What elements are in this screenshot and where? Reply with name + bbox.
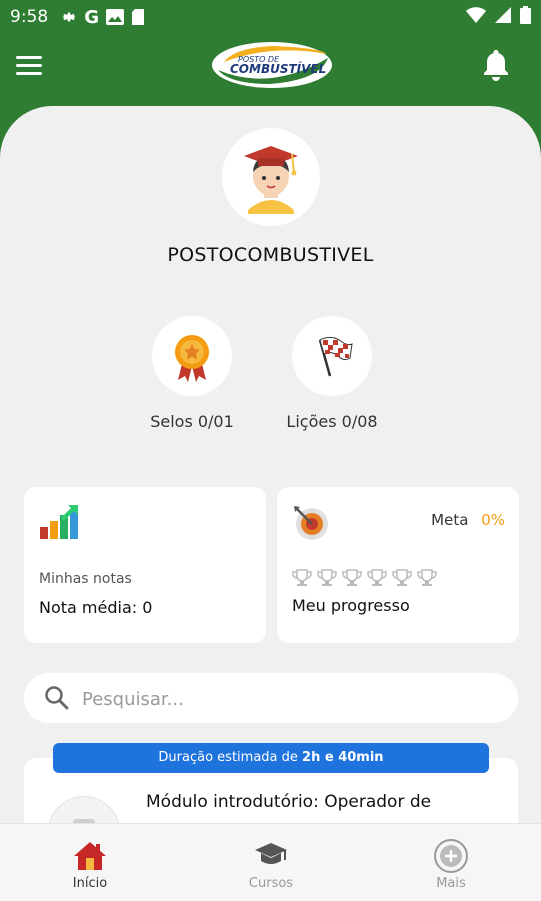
trophy-icon — [417, 569, 437, 586]
nav-mais[interactable]: Mais — [391, 824, 511, 901]
signal-icon — [495, 7, 511, 23]
notes-title: Minhas notas — [39, 571, 132, 587]
bar-chart-icon — [40, 505, 78, 539]
search-bar[interactable] — [24, 673, 518, 725]
wifi-icon — [466, 7, 486, 23]
trophy-icon — [367, 569, 387, 586]
svg-text:COMBUSTÍVEL: COMBUSTÍVEL — [230, 61, 326, 76]
duration-value: 2h e 40min — [302, 750, 384, 765]
graduation-cap-icon — [255, 843, 287, 864]
licoes-button[interactable] — [292, 316, 372, 396]
notes-card[interactable]: Minhas notas Nota média: 0 — [24, 487, 266, 643]
selos-label: Selos 0/01 — [150, 412, 234, 431]
student-avatar-icon — [244, 146, 298, 214]
meta-value: 0% — [481, 511, 505, 529]
status-bar: 9:58 G — [0, 0, 541, 34]
avatar[interactable] — [222, 128, 320, 226]
menu-icon[interactable] — [16, 56, 42, 76]
status-notification-icons: G — [60, 7, 145, 28]
google-icon: G — [84, 6, 99, 28]
nav-inicio-label: Início — [72, 876, 108, 891]
search-icon — [45, 686, 69, 710]
app-bar: POSTO DE COMBUSTÍVEL — [0, 34, 541, 102]
checkered-flag-icon — [318, 336, 353, 377]
nav-mais-label: Mais — [436, 876, 466, 891]
trophy-row — [291, 569, 438, 587]
selos-button[interactable] — [152, 316, 232, 396]
progress-title: Meu progresso — [292, 596, 410, 615]
course-title: Módulo introdutório: Operador de — [146, 792, 432, 812]
duration-banner: Duração estimada de 2h e 40min — [53, 743, 489, 773]
status-system-icons — [466, 6, 531, 24]
image-notification-icon — [105, 9, 124, 25]
bell-icon[interactable] — [481, 48, 511, 82]
trophy-icon — [392, 569, 412, 586]
status-time: 9:58 — [10, 7, 49, 27]
trophy-icon — [317, 569, 337, 586]
nav-inicio[interactable]: Início — [30, 824, 150, 901]
licoes-label: Lições 0/08 — [286, 412, 378, 431]
duration-prefix: Duração estimada de — [158, 750, 298, 765]
profile-username: POSTOCOMBUSTIVEL — [167, 244, 374, 266]
posto-de-combustivel-logo: POSTO DE COMBUSTÍVEL — [212, 42, 332, 88]
trophy-icon — [342, 569, 362, 586]
meta-label: Meta — [431, 511, 469, 529]
nav-cursos[interactable]: Cursos — [211, 824, 331, 901]
nav-cursos-label: Cursos — [248, 876, 294, 891]
battery-icon — [520, 6, 531, 24]
target-icon — [294, 506, 328, 540]
medal-icon — [175, 335, 209, 382]
plus-circle-icon — [434, 839, 468, 873]
search-input[interactable] — [80, 673, 504, 725]
trophy-icon — [292, 569, 312, 586]
notes-average: Nota média: 0 — [39, 598, 153, 617]
meta-row: Meta 0% — [431, 511, 505, 529]
progress-card[interactable]: Meta 0% Meu progresso — [277, 487, 519, 643]
settings-icon — [62, 12, 76, 22]
bottom-navigation: Início Cursos Mais — [0, 823, 541, 901]
home-icon — [74, 842, 106, 870]
sim-card-icon — [131, 9, 144, 25]
